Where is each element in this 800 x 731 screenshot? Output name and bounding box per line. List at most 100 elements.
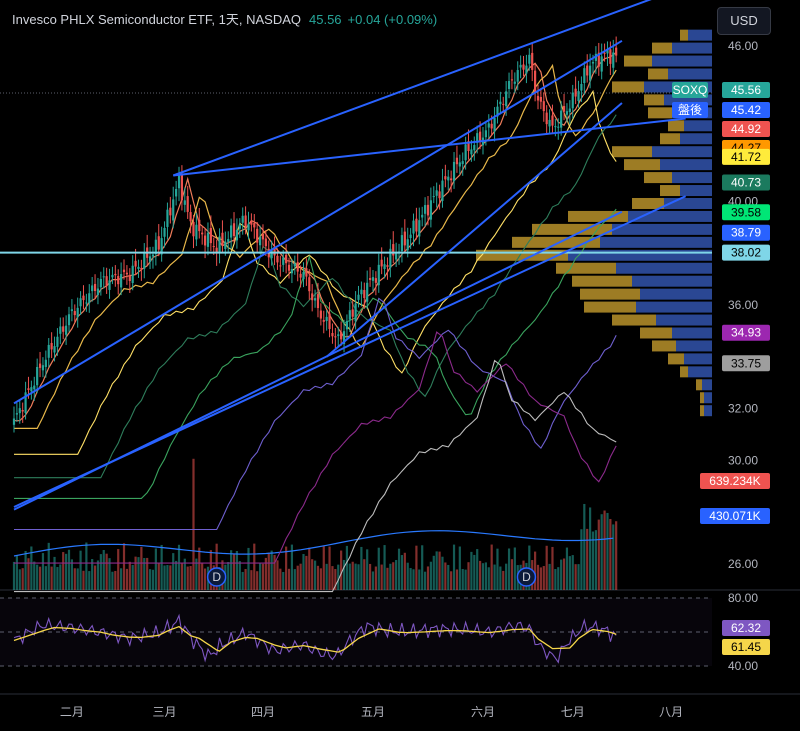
volume-profile-bar <box>700 405 704 417</box>
volume-profile-bar <box>624 159 660 171</box>
volume-bar <box>429 561 432 590</box>
candle-body <box>505 91 508 107</box>
candle-body <box>99 278 102 288</box>
candle-body <box>82 295 85 301</box>
volume-profile-bar <box>584 301 636 313</box>
candle-body <box>461 161 464 165</box>
volume-bar <box>154 548 157 590</box>
candle-body <box>510 79 514 81</box>
candle-body <box>21 409 24 412</box>
candle-body <box>386 265 389 267</box>
volume-bar <box>244 568 247 590</box>
volume-bar <box>594 530 597 590</box>
candle-body <box>421 214 424 218</box>
candle-body <box>548 119 551 127</box>
candle-body <box>435 190 438 196</box>
candle-body <box>296 262 299 272</box>
candle-body <box>487 123 490 128</box>
volume-profile-bar <box>644 94 664 106</box>
candle-body <box>33 385 36 390</box>
volume-bar <box>50 566 53 590</box>
volume-bar <box>366 549 369 590</box>
candle-body <box>18 408 21 414</box>
candle-body <box>305 268 308 277</box>
volume-bar <box>201 562 204 590</box>
volume-bar <box>313 560 317 590</box>
price-tag: 39.58 <box>731 205 761 219</box>
candle-body <box>308 277 311 292</box>
volume-bar <box>151 569 155 590</box>
volume-bar <box>423 571 427 590</box>
candle-body <box>531 52 534 70</box>
volume-bar <box>600 514 603 590</box>
volume-bar <box>374 566 377 590</box>
price-tag: 41.72 <box>731 150 761 164</box>
volume-bar <box>612 524 615 590</box>
candle-body <box>15 413 18 415</box>
candle-body <box>560 110 563 128</box>
candle-body <box>438 191 441 199</box>
time-axis-label: 八月 <box>659 705 683 719</box>
volume-profile-bar <box>672 42 712 54</box>
candle-body <box>183 200 186 205</box>
candle-body <box>232 223 236 237</box>
volume-profile-bar <box>704 405 712 417</box>
volume-bar <box>406 562 409 590</box>
candle-body <box>287 264 291 271</box>
candle-body <box>478 131 482 142</box>
volume-profile-bar <box>704 392 712 404</box>
candle-body <box>120 274 123 288</box>
volume-bar <box>458 546 461 590</box>
candle-body <box>189 212 192 222</box>
price-change: +0.04 (+0.09%) <box>347 12 438 27</box>
candle-body <box>56 336 59 347</box>
candle-body <box>351 309 354 317</box>
volume-bar <box>230 550 233 590</box>
volume-bar <box>160 544 163 590</box>
symbol-title: Invesco PHLX Semiconductor ETF, 1天, NASD… <box>12 12 301 27</box>
price-tick-label: 26.00 <box>728 557 758 571</box>
candle-body <box>340 332 343 340</box>
candle-body <box>455 157 459 165</box>
candle-body <box>311 293 314 301</box>
volume-bar <box>282 571 285 590</box>
volume-bar <box>296 565 299 590</box>
volume-bar <box>490 544 493 590</box>
volume-bar <box>507 548 511 590</box>
volume-bar <box>99 554 102 590</box>
candle-body <box>148 256 152 262</box>
volume-profile-bar <box>640 327 672 339</box>
volume-bar <box>357 564 360 590</box>
volume-profile-bar <box>684 353 712 365</box>
volume-bar <box>487 567 490 590</box>
volume-bar <box>238 561 241 590</box>
candle-body <box>111 274 114 278</box>
volume-bar <box>609 518 612 590</box>
candle-body <box>203 235 207 246</box>
rsi-tick-label: 40.00 <box>728 659 758 673</box>
volume-bar <box>79 550 82 590</box>
volume-bar <box>418 569 421 590</box>
volume-bar <box>351 561 354 590</box>
volume-bar <box>568 556 571 590</box>
candle-body <box>374 278 377 283</box>
volume-bar <box>389 563 392 590</box>
candle-body <box>96 288 100 296</box>
volume-profile-bar <box>632 197 664 209</box>
candle-body <box>452 161 456 182</box>
currency-button[interactable]: USD <box>717 7 771 35</box>
volume-bar <box>21 568 24 590</box>
volume-profile-bar <box>624 55 652 67</box>
volume-bar <box>241 571 244 590</box>
volume-avg-tag: 430.071K <box>709 509 760 523</box>
volume-profile-bar <box>648 107 672 119</box>
candle-body <box>27 388 30 391</box>
price-chart[interactable]: DD 46.0042.0040.0036.0032.0030.0026.0080… <box>0 0 800 731</box>
volume-bar <box>111 571 114 590</box>
candle-body <box>490 123 493 129</box>
candle-body <box>516 70 519 82</box>
volume-bar <box>279 568 282 590</box>
candle-body <box>299 273 302 278</box>
volume-bar <box>400 555 404 590</box>
candle-body <box>88 293 91 304</box>
